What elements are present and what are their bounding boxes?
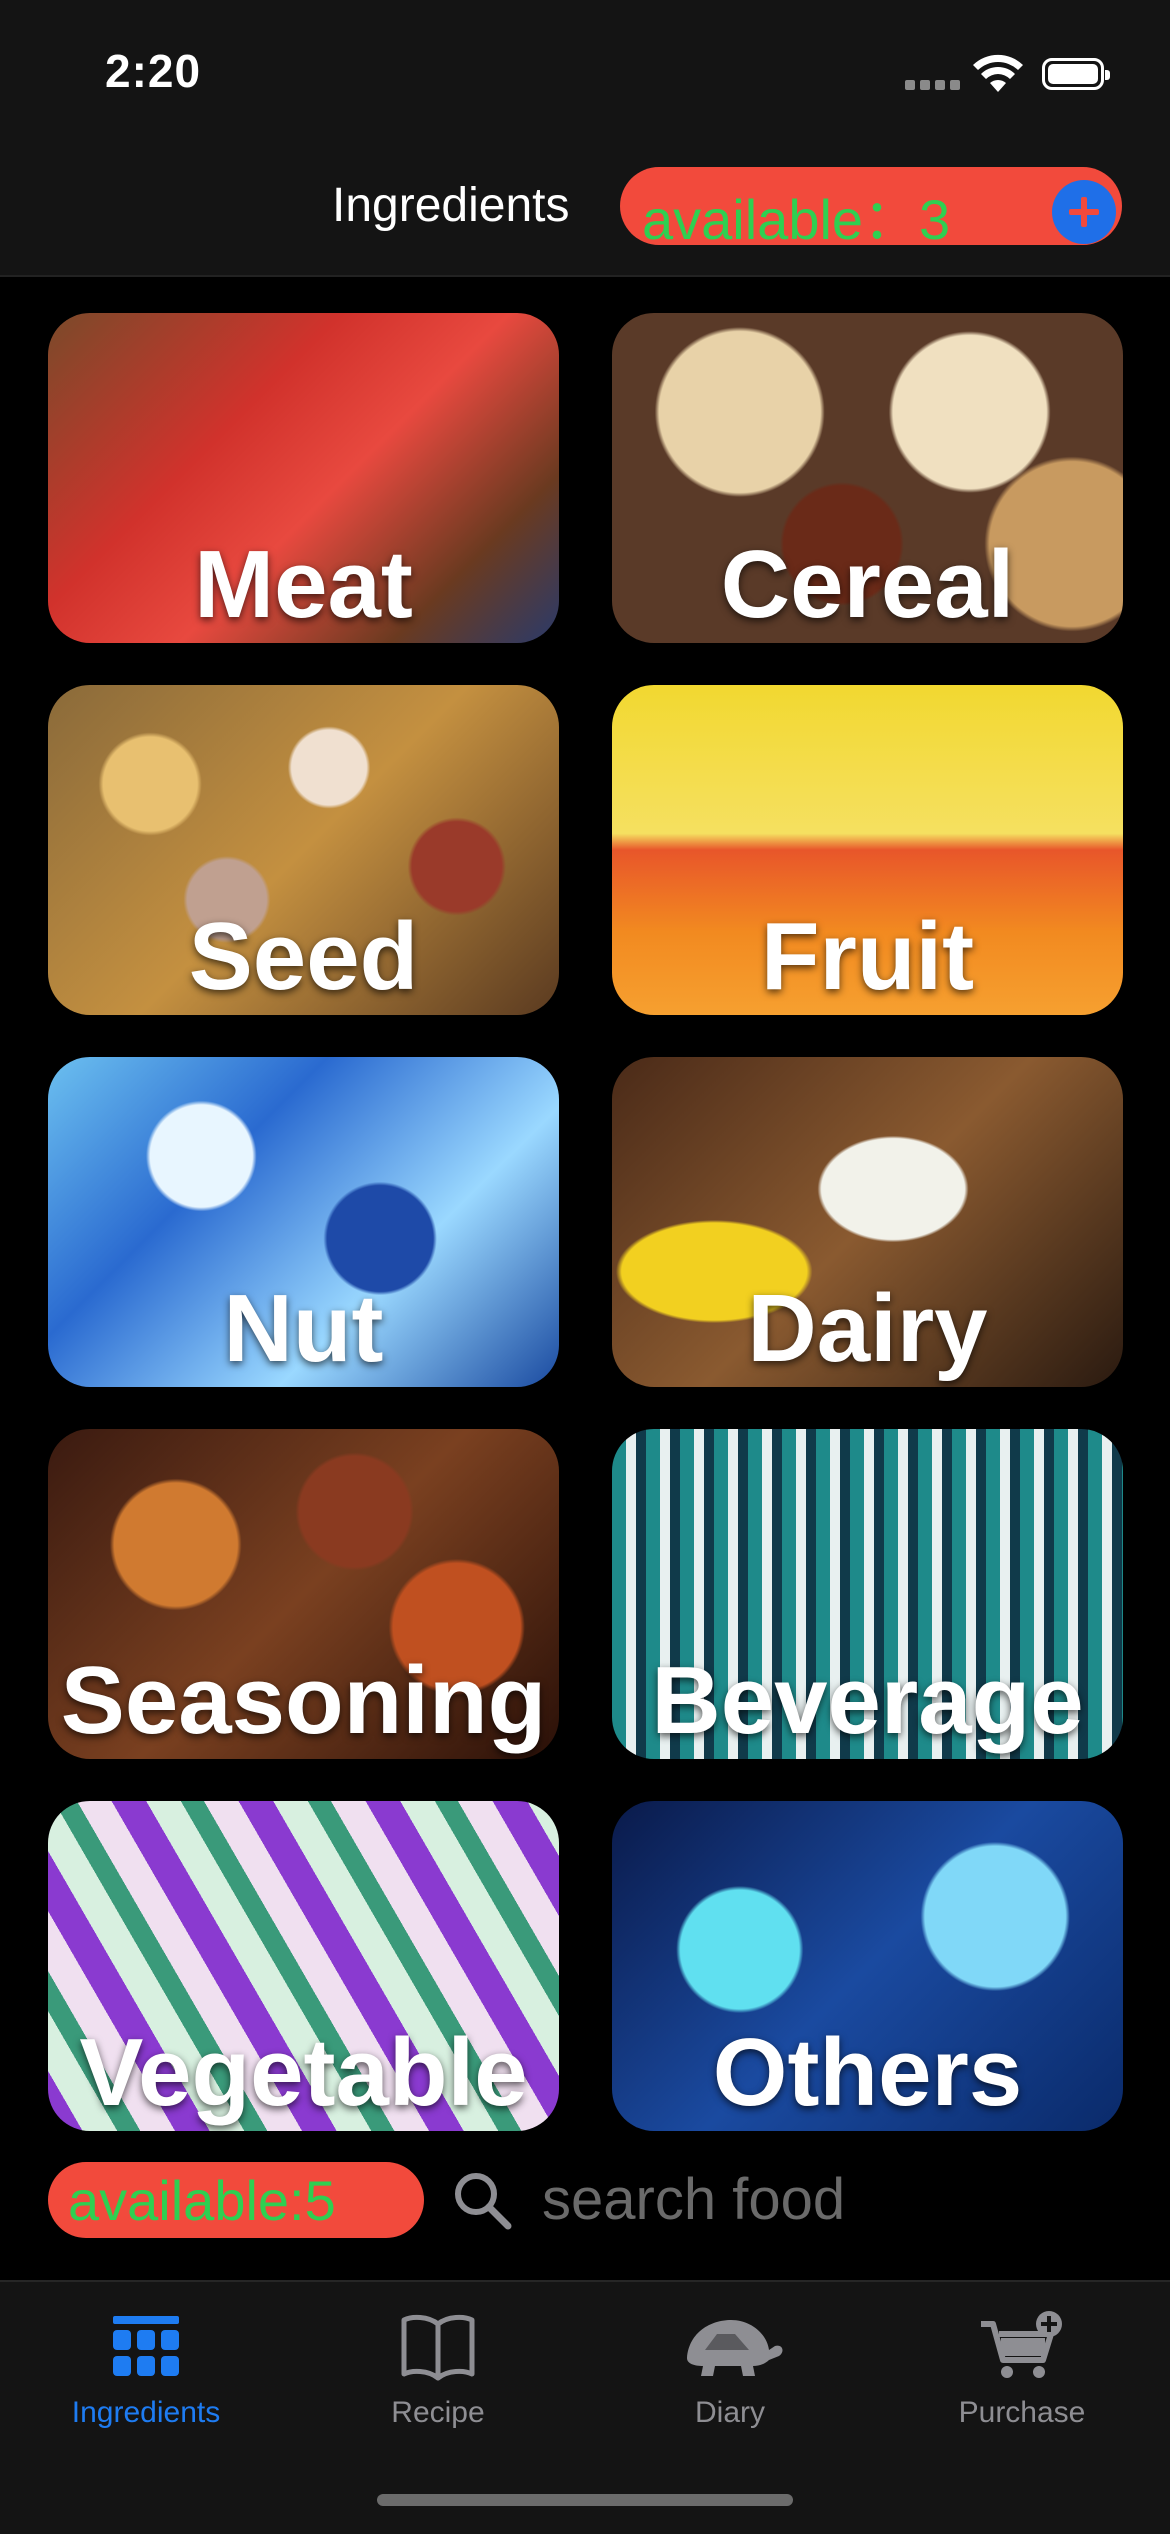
search-input[interactable]: [540, 2160, 1104, 2238]
category-label: Nut: [223, 1275, 384, 1382]
tab-purchase[interactable]: Purchase: [876, 2310, 1168, 2450]
tab-recipe[interactable]: Recipe: [292, 2310, 584, 2450]
cellular-signal-icon: [905, 80, 961, 92]
available-results-text: available:5: [68, 2169, 336, 2232]
tab-label: Recipe: [391, 2396, 485, 2429]
tab-label: Purchase: [958, 2396, 1086, 2429]
category-card-vegetable[interactable]: Vegetable: [48, 1801, 559, 2131]
category-label: Beverage: [651, 1647, 1084, 1754]
category-card-beverage[interactable]: Beverage: [612, 1429, 1123, 1759]
tab-label: Diary: [694, 2396, 765, 2429]
category-card-nut[interactable]: Nut: [48, 1057, 559, 1387]
page-title: Ingredients: [332, 179, 570, 232]
home-indicator: [377, 2494, 793, 2506]
wifi-icon: [973, 54, 1023, 92]
status-time: 2:20: [105, 45, 202, 97]
category-card-cereal[interactable]: Cereal: [612, 313, 1123, 643]
available-count-badge: available：3: [620, 167, 1122, 251]
category-card-dairy[interactable]: Dairy: [612, 1057, 1123, 1387]
add-ingredient-button[interactable]: [1052, 180, 1116, 244]
book-icon: [401, 2314, 475, 2381]
category-card-others[interactable]: Others: [612, 1801, 1123, 2131]
category-label: Vegetable: [79, 2019, 528, 2126]
tab-diary[interactable]: Diary: [584, 2310, 876, 2450]
category-label: Seed: [188, 903, 419, 1010]
category-label: Others: [712, 2019, 1023, 2126]
category-label: Meat: [194, 531, 413, 638]
category-card-seasoning[interactable]: Seasoning: [48, 1429, 559, 1759]
turtle-icon: [687, 2320, 783, 2376]
tab-label: Ingredients: [71, 2396, 221, 2429]
plus-circle-icon: [1069, 197, 1099, 227]
category-card-seed[interactable]: Seed: [48, 685, 559, 1015]
available-results-badge: available:5: [48, 2162, 424, 2238]
category-card-fruit[interactable]: Fruit: [612, 685, 1123, 1015]
cart-plus-icon: [981, 2311, 1062, 2378]
tab-ingredients[interactable]: Ingredients: [0, 2310, 292, 2450]
battery-icon: [1042, 58, 1110, 90]
grid-icon: [113, 2316, 179, 2376]
category-card-meat[interactable]: Meat: [48, 313, 559, 643]
category-label: Fruit: [760, 903, 975, 1010]
category-label: Dairy: [747, 1275, 988, 1382]
category-label: Seasoning: [60, 1647, 547, 1754]
status-bar: 2:20: [0, 0, 1170, 140]
navigation-bar: Ingredients available：3: [0, 140, 1170, 277]
available-count-text: available：3: [642, 188, 951, 251]
search-icon: [455, 2173, 512, 2230]
search-row: available:5: [0, 2152, 1170, 2242]
category-label: Cereal: [720, 531, 1015, 638]
